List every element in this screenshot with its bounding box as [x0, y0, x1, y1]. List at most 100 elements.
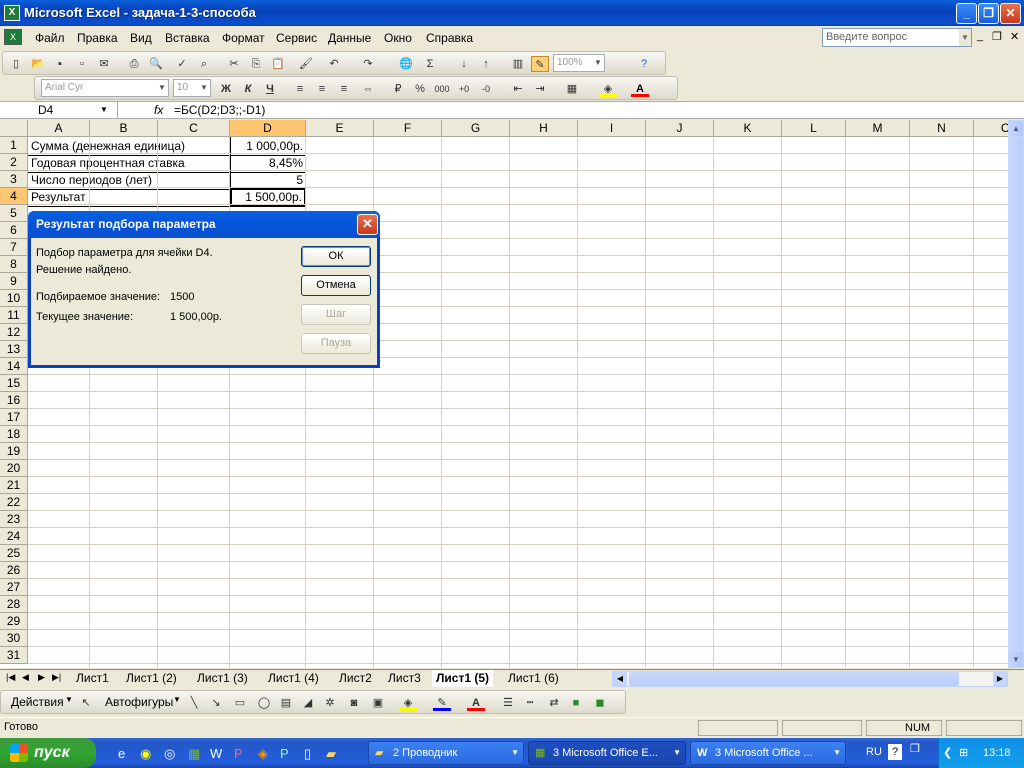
powerpoint-icon[interactable]: P [234, 746, 243, 761]
row-header[interactable]: 8 [0, 256, 28, 273]
column-header[interactable]: M [846, 120, 910, 137]
rectangle-icon[interactable]: ▭ [231, 695, 249, 711]
menu-help[interactable]: Справка [426, 31, 473, 45]
scroll-left-icon[interactable]: ◀ [613, 672, 627, 686]
workbook-icon[interactable]: X [4, 29, 22, 45]
chart-wizard-icon[interactable]: ▥ [509, 56, 527, 72]
arrow-icon[interactable]: ↘ [207, 695, 225, 711]
row-header[interactable]: 9 [0, 273, 28, 290]
arrow-style-icon[interactable]: ⇄ [545, 695, 563, 711]
menu-format[interactable]: Формат [222, 31, 265, 45]
row-header[interactable]: 29 [0, 613, 28, 630]
sheet-tab[interactable]: Лист2 [339, 670, 372, 687]
vertical-scrollbar[interactable]: ▲ ▼ [1008, 120, 1024, 668]
sheet-tab[interactable]: Лист1 (4) [268, 670, 319, 687]
italic-button[interactable]: К [239, 81, 257, 97]
row-header[interactable]: 28 [0, 596, 28, 613]
pause-button[interactable]: Пауза [301, 333, 371, 354]
save-icon[interactable]: ▪ [51, 56, 69, 72]
tab-next-icon[interactable]: ▶ [38, 672, 45, 683]
ok-button[interactable]: ОК [301, 246, 371, 267]
start-button[interactable]: пуск [0, 738, 96, 768]
cut-icon[interactable]: ✂ [225, 56, 243, 72]
row-header[interactable]: 27 [0, 579, 28, 596]
copy-icon[interactable]: ⎘ [247, 56, 265, 72]
decrease-indent-icon[interactable]: ⇤ [509, 81, 527, 97]
column-header[interactable]: H [510, 120, 578, 137]
zoom-select[interactable]: 100% ▼ [553, 54, 605, 72]
sheet-tab[interactable]: Лист3 [388, 670, 421, 687]
hyperlink-icon[interactable]: 🌐 [397, 56, 415, 72]
column-header[interactable]: B [90, 120, 158, 137]
format-painter-icon[interactable]: 🖌 [297, 56, 315, 72]
step-button[interactable]: Шаг [301, 304, 371, 325]
redo-icon[interactable]: ↷ [359, 56, 377, 72]
column-header[interactable]: K [714, 120, 782, 137]
chevron-down-icon[interactable]: ▼ [100, 102, 108, 118]
scroll-up-icon[interactable]: ▲ [1008, 120, 1024, 137]
chevron-down-icon[interactable]: ▼ [173, 695, 181, 704]
sheet-tab[interactable]: Лист1 (6) [508, 670, 559, 687]
menu-window[interactable]: Окно [384, 31, 412, 45]
sheet-tab-active[interactable]: Лист1 (5) [432, 670, 494, 687]
wordart-icon[interactable]: ◢ [299, 695, 317, 711]
formula-input[interactable]: =БС(D2;D3;;-D1) [174, 103, 265, 117]
bold-button[interactable]: Ж [217, 81, 235, 97]
language-indicator[interactable]: RU [866, 746, 882, 758]
help-icon[interactable]: ? [635, 56, 653, 72]
drawing-toggle-icon[interactable]: ✎ [531, 56, 549, 72]
row-header[interactable]: 3 [0, 171, 28, 188]
minimize-button[interactable]: _ [956, 3, 977, 24]
tab-first-icon[interactable]: |◀ [6, 672, 15, 683]
row-header[interactable]: 12 [0, 324, 28, 341]
chevron-down-icon[interactable]: ▼ [959, 29, 971, 46]
percent-button[interactable]: % [411, 81, 429, 97]
scroll-right-icon[interactable]: ▶ [993, 672, 1007, 686]
tray-expand-icon[interactable]: ❮ [943, 738, 952, 768]
dialog-close-button[interactable]: ✕ [357, 214, 378, 235]
spreadsheet-grid[interactable]: A B C D E F G H I J K L M N O Сумма (ден… [0, 120, 1008, 668]
spelling-icon[interactable]: ✓ [173, 56, 191, 72]
print-preview-icon[interactable]: 🔍 [147, 56, 165, 72]
print-icon[interactable]: ⎙ [125, 56, 143, 72]
dash-style-icon[interactable]: ┅ [521, 695, 539, 711]
increase-decimal-icon[interactable]: +0 [455, 81, 473, 97]
menu-data[interactable]: Данные [328, 31, 371, 45]
fill-color-icon[interactable]: ◈ [399, 695, 417, 711]
document-icon[interactable]: ▯ [304, 746, 311, 762]
help-icon[interactable]: ? [888, 744, 902, 760]
close-button[interactable]: ✕ [1000, 3, 1021, 24]
line-color-icon[interactable]: ✎ [433, 695, 451, 711]
select-objects-icon[interactable]: ↖ [77, 695, 95, 711]
align-center-icon[interactable]: ≡ [313, 81, 331, 97]
autoshapes-menu[interactable]: Автофигуры [105, 695, 173, 709]
sort-ascending-icon[interactable]: ↓ [455, 56, 473, 72]
font-color-icon[interactable]: A [631, 81, 649, 97]
research-icon[interactable]: ⌕ [195, 56, 213, 72]
row-header[interactable]: 25 [0, 545, 28, 562]
horizontal-scrollbar[interactable]: ◀ ▶ [612, 671, 1008, 687]
email-icon[interactable]: ✉ [95, 56, 113, 72]
column-header[interactable]: C [158, 120, 230, 137]
sheet-tab[interactable]: Лист1 [76, 670, 109, 687]
sheet-tab[interactable]: Лист1 (2) [126, 670, 177, 687]
currency-icon[interactable]: ₽ [389, 81, 407, 97]
taskbar-word-button[interactable]: W 3 Microsoft Office ... ▼ [690, 741, 846, 765]
row-header[interactable]: 16 [0, 392, 28, 409]
line-icon[interactable]: ╲ [185, 695, 203, 711]
align-left-icon[interactable]: ≡ [291, 81, 309, 97]
ask-question-input[interactable]: Введите вопрос ▼ [822, 28, 972, 47]
row-header[interactable]: 14 [0, 358, 28, 375]
doc-close-button[interactable]: ✕ [1010, 30, 1019, 43]
row-header[interactable]: 15 [0, 375, 28, 392]
row-header[interactable]: 22 [0, 494, 28, 511]
actions-menu[interactable]: Действия [11, 695, 64, 709]
insert-function-icon[interactable]: fx [154, 103, 163, 117]
taskbar-excel-button[interactable]: ▦ 3 Microsoft Office E... ▼ [528, 741, 686, 765]
column-header[interactable]: L [782, 120, 846, 137]
doc-restore-button[interactable]: ❐ [992, 30, 1002, 43]
oval-icon[interactable]: ◯ [255, 695, 273, 711]
hscroll-thumb[interactable] [629, 672, 959, 686]
font-size-select[interactable]: 10 ▼ [173, 79, 211, 97]
row-header[interactable]: 26 [0, 562, 28, 579]
